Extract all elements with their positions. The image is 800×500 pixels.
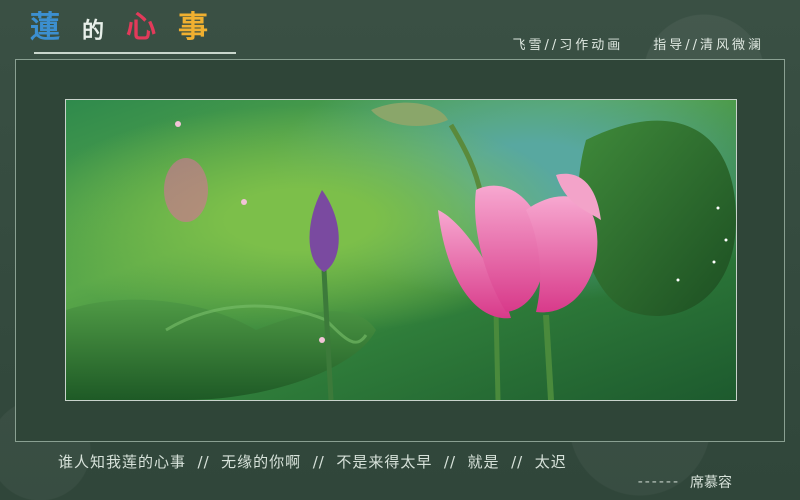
blurred-bud (164, 158, 208, 222)
signature-name: 席慕容 (690, 475, 732, 491)
credit-mentor: 指导//清风微澜 (653, 38, 764, 53)
sparkle-2 (712, 260, 716, 264)
sparkle-1 (716, 206, 720, 210)
falling-petal-3 (319, 337, 325, 343)
credit-author: 飞雪//习作动画 (512, 38, 624, 53)
stem-main (543, 314, 554, 400)
big-leaf-right (578, 120, 736, 316)
falling-petal-2 (241, 199, 247, 205)
title-char-4: 事 (178, 10, 209, 45)
stem-top (448, 123, 484, 196)
credits: 飞雪//习作动画 指导//清风微澜 (512, 34, 764, 53)
stem-second (493, 309, 501, 400)
sparkle-4 (724, 238, 728, 242)
title-underline (34, 52, 236, 54)
title-char-3: 心 (126, 10, 157, 45)
site-title: 蓮 的 心 事 (30, 8, 236, 54)
lotus-illustration (66, 102, 736, 400)
title-char-2: 的 (82, 19, 105, 44)
stem-bud (321, 269, 334, 400)
falling-petal-1 (175, 121, 181, 127)
sparkle-3 (676, 278, 680, 282)
signature-dash: ------ (637, 474, 680, 490)
title-char-1: 蓮 (30, 10, 60, 45)
top-bud (371, 102, 448, 126)
signature: ------ 席慕容 (638, 472, 732, 492)
purple-bud (309, 190, 339, 272)
lotus-photo (65, 99, 737, 401)
poem-line: 谁人知我莲的心事 // 无缘的你啊 // 不是来得太早 // 就是 // 太迟 (58, 453, 567, 471)
